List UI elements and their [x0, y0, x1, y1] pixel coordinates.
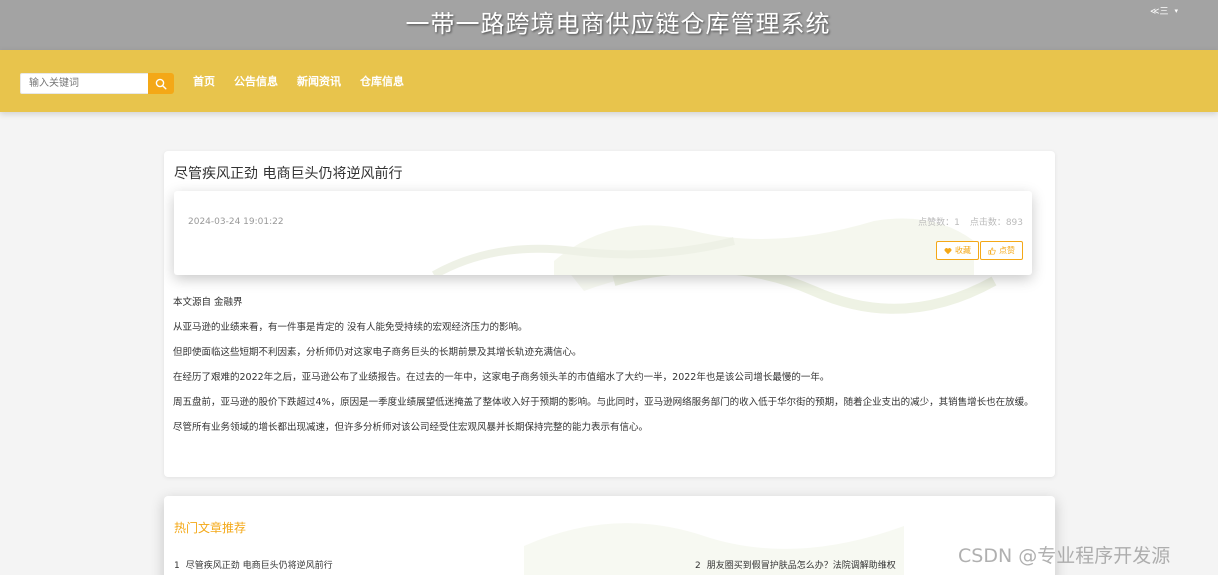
like-label: 点赞: [999, 246, 1015, 255]
article-paragraph: 但即使面临这些短期不利因素，分析师仍对这家电子商务巨头的长期前景及其增长轨迹充满…: [173, 347, 582, 358]
nav-link-announcements[interactable]: 公告信息: [234, 73, 278, 89]
hot-article-number: 2: [695, 561, 701, 571]
user-menu[interactable]: ≪三 ▾: [1150, 4, 1178, 18]
article-date: 2024-03-24 19:01:22: [188, 217, 284, 227]
article-paragraph: 在经历了艰难的2022年之后，亚马逊公布了业绩报告。在过去的一年中，这家电子商务…: [173, 372, 830, 383]
hot-articles-card: 热门文章推荐 1 尽管疾风正劲 电商巨头仍将逆风前行 2 朋友圈买到假冒护肤品怎么办…: [164, 496, 1055, 575]
hot-articles-title: 热门文章推荐: [174, 521, 247, 535]
article-meta-box: 2024-03-24 19:01:22 点赞数：1 点击数：893 收藏 点赞: [174, 191, 1032, 275]
article-stats: 点赞数：1 点击数：893: [918, 215, 1023, 228]
favorite-label: 收藏: [955, 246, 971, 255]
nav-bar: 首页 公告信息 新闻资讯 仓库信息: [0, 50, 1218, 112]
hot-article-item[interactable]: 2 朋友圈买到假冒护肤品怎么办？法院调解助维权: [695, 558, 896, 571]
nav-links: 首页 公告信息 新闻资讯 仓库信息: [193, 73, 404, 89]
user-menu-label: ≪三: [1150, 7, 1169, 17]
meta-decoration: [432, 218, 974, 275]
article-paragraph: 周五盘前，亚马逊的股价下跌超过4%，原因是一季度业绩展望低迷掩盖了整体收入好于预…: [173, 397, 1034, 408]
hot-article-item[interactable]: 1 尽管疾风正劲 电商巨头仍将逆风前行: [174, 558, 333, 571]
nav-link-news[interactable]: 新闻资讯: [297, 73, 341, 89]
chevron-down-icon: ▾: [1174, 6, 1178, 15]
article-body: 本文源自 金融界 从亚马逊的业绩来看，有一件事是肯定的 没有人能免受持续的宏观经…: [173, 296, 1045, 446]
article-card: 尽管疾风正劲 电商巨头仍将逆风前行 2024-03-24 19:01:22 点赞…: [164, 151, 1055, 477]
site-title: 一带一路跨境电商供应链仓库管理系统: [405, 10, 831, 38]
heart-icon: [944, 247, 952, 254]
hot-article-link: 朋友圈买到假冒护肤品怎么办？法院调解助维权: [706, 561, 896, 571]
article-paragraph: 从亚马逊的业绩来看，有一件事是肯定的 没有人能免受持续的宏观经济压力的影响。: [173, 322, 528, 333]
favorite-button[interactable]: 收藏: [936, 241, 979, 260]
clicks-count: 点击数：893: [969, 218, 1023, 228]
hot-article-link: 尽管疾风正劲 电商巨头仍将逆风前行: [185, 561, 333, 571]
article-paragraph: 尽管所有业务领域的增长都出现减速，但许多分析师对该公司经受住宏观风暴并长期保持完…: [173, 422, 649, 433]
likes-count: 点赞数：1: [918, 218, 960, 228]
nav-link-home[interactable]: 首页: [193, 73, 215, 89]
like-button[interactable]: 点赞: [980, 241, 1023, 260]
thumbs-up-icon: [988, 246, 996, 255]
watermark: CSDN @专业程序开发源: [958, 545, 1171, 567]
hot-article-number: 1: [174, 561, 180, 571]
search-icon: [155, 78, 167, 90]
article-actions: 收藏 点赞: [936, 241, 1023, 260]
search-button[interactable]: [148, 73, 174, 94]
article-title: 尽管疾风正劲 电商巨头仍将逆风前行: [174, 166, 403, 182]
search-input[interactable]: [20, 73, 149, 94]
article-paragraph: 本文源自 金融界: [173, 297, 243, 308]
nav-link-warehouse[interactable]: 仓库信息: [360, 73, 404, 89]
top-bar: 一带一路跨境电商供应链仓库管理系统 ≪三 ▾: [0, 0, 1218, 50]
